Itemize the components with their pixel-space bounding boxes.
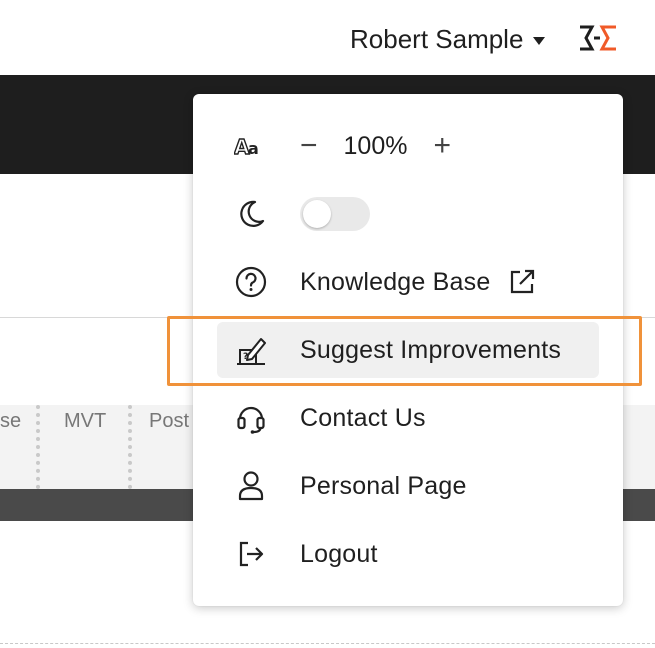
contact-us-item[interactable]: Contact Us (217, 390, 599, 446)
user-menu-button[interactable]: Robert Sample (350, 20, 546, 58)
edit-suggest-icon: ? (233, 332, 269, 368)
zoom-in-button[interactable]: + (433, 131, 451, 161)
external-link-icon (508, 268, 536, 296)
suggest-improvements-label: Suggest Improvements (300, 335, 562, 364)
logout-label: Logout (300, 539, 378, 568)
font-size-row: A a − 100% + (217, 118, 599, 174)
logout-item[interactable]: Logout (217, 526, 599, 582)
dashed-divider (0, 643, 655, 644)
column-header: Post (149, 410, 190, 432)
zoom-out-button[interactable]: − (300, 131, 318, 161)
dark-mode-row (217, 186, 599, 242)
dark-mode-toggle[interactable] (300, 197, 370, 231)
zoom-level: 100% (343, 131, 408, 160)
knowledge-base-label: Knowledge Base (300, 267, 491, 296)
svg-text:?: ? (243, 352, 248, 362)
column-header: se (0, 410, 22, 432)
font-size-icon: A a (233, 128, 269, 164)
question-circle-icon (233, 264, 269, 300)
personal-page-item[interactable]: Personal Page (217, 458, 599, 514)
chevron-down-icon (533, 36, 546, 45)
headset-icon (233, 400, 269, 436)
logout-icon (233, 536, 269, 572)
toggle-knob (303, 200, 331, 228)
column-separator (36, 405, 40, 489)
contact-us-label: Contact Us (300, 403, 426, 432)
user-icon (233, 468, 269, 504)
app-logo-icon[interactable] (578, 24, 618, 52)
knowledge-base-item[interactable]: Knowledge Base (217, 254, 599, 310)
svg-text:a: a (248, 139, 259, 158)
column-separator (128, 405, 132, 489)
user-dropdown-menu: A a − 100% + Knowledge Base ? Suggest Im… (193, 94, 623, 606)
moon-icon (233, 196, 269, 232)
column-header: MVT (64, 410, 107, 432)
personal-page-label: Personal Page (300, 471, 467, 500)
user-name: Robert Sample (350, 23, 524, 54)
suggest-improvements-item[interactable]: ? Suggest Improvements (217, 322, 599, 378)
